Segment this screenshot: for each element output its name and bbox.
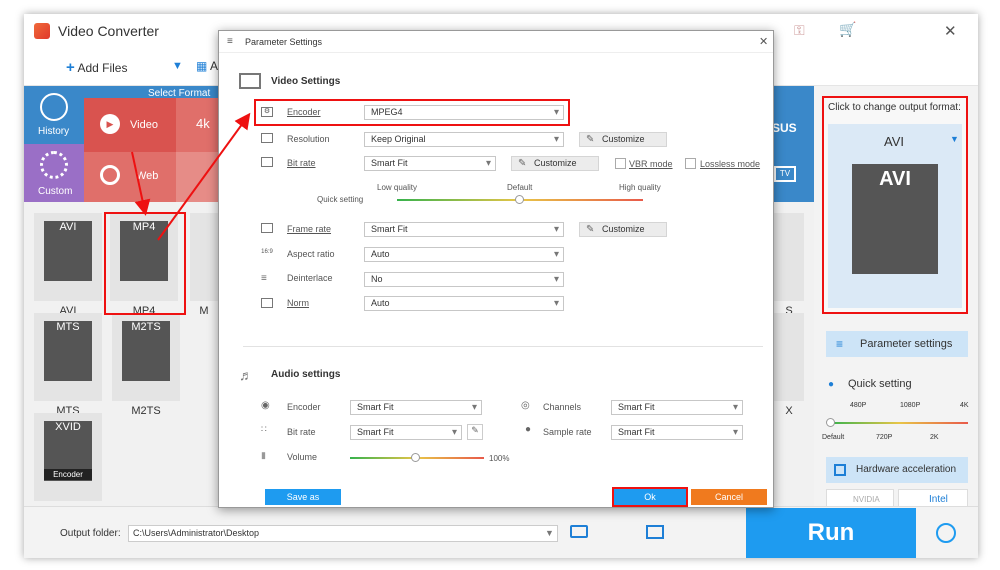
annotation-arrows xyxy=(131,112,251,241)
arrow-to-encoder xyxy=(157,112,251,241)
arrow-to-mp4 xyxy=(131,151,151,216)
